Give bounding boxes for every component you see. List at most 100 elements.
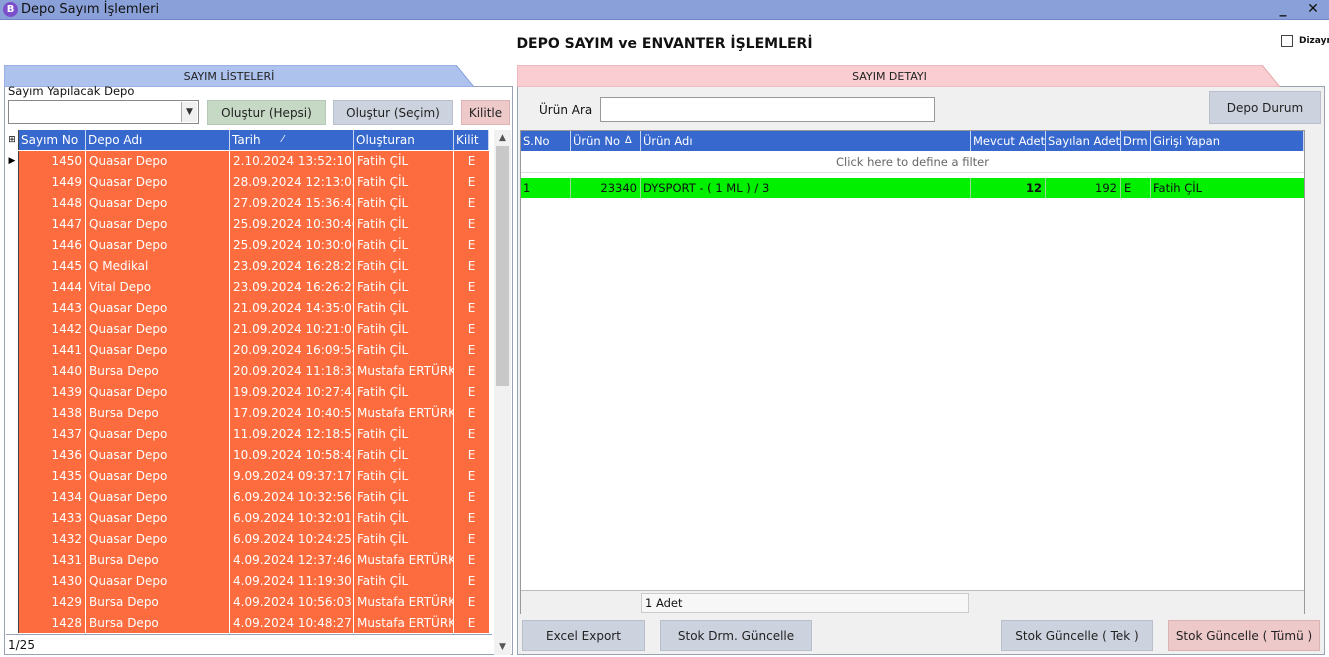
row-indicator[interactable]: [6, 361, 19, 382]
urun-ara-input[interactable]: [600, 97, 935, 122]
olustur-hepsi-button[interactable]: Oluştur (Hepsi): [207, 100, 326, 125]
cell-tarih: 17.09.2024 10:40:51: [230, 403, 354, 424]
row-indicator[interactable]: [6, 256, 19, 277]
table-row[interactable]: 1439 Quasar Depo 19.09.2024 10:27:41 Fatih …: [6, 382, 489, 403]
filter-row[interactable]: Click here to define a filter: [521, 151, 1304, 173]
select-all-icon[interactable]: ⊞: [6, 130, 19, 150]
row-indicator[interactable]: [6, 445, 19, 466]
col-header-girisi-yapan[interactable]: Girişi Yapan: [1151, 131, 1304, 151]
col-header-sayim-no[interactable]: Sayım No: [19, 130, 86, 150]
row-indicator[interactable]: [6, 424, 19, 445]
excel-export-button[interactable]: Excel Export: [522, 620, 645, 651]
vertical-scrollbar[interactable]: ▲ ▼: [494, 130, 511, 655]
row-indicator[interactable]: [6, 613, 19, 633]
chevron-down-icon[interactable]: ▼: [181, 102, 197, 122]
stok-drm-guncelle-button[interactable]: Stok Drm. Güncelle: [660, 620, 812, 651]
cell-drm: E: [1121, 178, 1151, 198]
cell-olusturan: Fatih ÇİL: [354, 214, 454, 235]
cell-sayim-no: 1445: [19, 256, 86, 277]
depo-durum-button[interactable]: Depo Durum: [1209, 91, 1321, 124]
table-row[interactable]: 1438 Bursa Depo 17.09.2024 10:40:51 Mustafa…: [6, 403, 489, 424]
col-header-depo-adi[interactable]: Depo Adı: [86, 130, 230, 150]
table-row[interactable]: 1431 Bursa Depo 4.09.2024 12:37:46 Mustafa …: [6, 550, 489, 571]
col-header-sayilan-adet[interactable]: Sayılan Adet: [1046, 131, 1121, 151]
depo-select[interactable]: ▼: [8, 100, 199, 124]
close-button[interactable]: ✕: [1300, 0, 1326, 20]
col-header-drm[interactable]: Drm: [1121, 131, 1151, 151]
cell-kilit: E: [454, 172, 489, 193]
cell-olusturan: Fatih ÇİL: [354, 466, 454, 487]
table-row[interactable]: 1437 Quasar Depo 11.09.2024 12:18:51 Fatih …: [6, 424, 489, 445]
table-row[interactable]: 1449 Quasar Depo 28.09.2024 12:13:05 Fatih …: [6, 172, 489, 193]
row-indicator[interactable]: [6, 298, 19, 319]
col-header-sno[interactable]: S.No: [521, 131, 571, 151]
table-row[interactable]: 1435 Quasar Depo 9.09.2024 09:37:17 Fatih Ç…: [6, 466, 489, 487]
stok-guncelle-tek-button[interactable]: Stok Güncelle ( Tek ): [1001, 620, 1153, 651]
sayim-detay-grid[interactable]: S.No Ürün No ∆ Ürün Adı Mevcut Adet Sayı…: [520, 130, 1305, 614]
col-header-olusturan[interactable]: Oluşturan: [354, 130, 454, 150]
table-row[interactable]: 1442 Quasar Depo 21.09.2024 10:21:03 Fatih …: [6, 319, 489, 340]
cell-sayim-no: 1432: [19, 529, 86, 550]
table-row[interactable]: 1441 Quasar Depo 20.09.2024 16:09:54 Fatih …: [6, 340, 489, 361]
cell-depo-adi: Bursa Depo: [86, 403, 230, 424]
row-indicator[interactable]: [6, 592, 19, 613]
col-header-mevcut-adet[interactable]: Mevcut Adet: [971, 131, 1046, 151]
cell-sayim-no: 1437: [19, 424, 86, 445]
app-logo-icon: B: [3, 2, 18, 17]
row-indicator[interactable]: [6, 193, 19, 214]
table-row[interactable]: 1428 Bursa Depo 4.09.2024 10:48:27 Mustafa …: [6, 613, 489, 633]
table-row[interactable]: 1429 Bursa Depo 4.09.2024 10:56:03 Mustafa …: [6, 592, 489, 613]
table-row[interactable]: 1434 Quasar Depo 6.09.2024 10:32:56 Fatih Ç…: [6, 487, 489, 508]
table-row[interactable]: 1 23340 DYSPORT - ( 1 ML ) / 3 12 192 E …: [521, 178, 1304, 198]
col-header-urun-no[interactable]: Ürün No ∆: [571, 131, 641, 151]
kilitle-button[interactable]: Kilitle: [461, 100, 510, 125]
row-indicator-icon[interactable]: ▶: [6, 151, 19, 172]
col-header-urun-adi[interactable]: Ürün Adı: [641, 131, 971, 151]
checkbox-box[interactable]: [1281, 35, 1293, 47]
olustur-secim-button[interactable]: Oluştur (Seçim): [333, 100, 453, 125]
cell-kilit: E: [454, 319, 489, 340]
row-indicator[interactable]: [6, 529, 19, 550]
scroll-down-icon[interactable]: ▼: [494, 639, 511, 655]
cell-tarih: 6.09.2024 10:32:56: [230, 487, 354, 508]
table-row[interactable]: 1430 Quasar Depo 4.09.2024 11:19:30 Fatih Ç…: [6, 571, 489, 592]
row-indicator[interactable]: [6, 277, 19, 298]
cell-depo-adi: Quasar Depo: [86, 529, 230, 550]
table-row[interactable]: 1448 Quasar Depo 27.09.2024 15:36:43 Fatih …: [6, 193, 489, 214]
row-indicator[interactable]: [6, 319, 19, 340]
tab-sayim-detayi[interactable]: SAYIM DETAYI: [517, 65, 1297, 87]
row-indicator[interactable]: [6, 172, 19, 193]
table-row[interactable]: 1444 Vital Depo 23.09.2024 16:26:22 Fatih Ç…: [6, 277, 489, 298]
table-row[interactable]: 1446 Quasar Depo 25.09.2024 10:30:06 Fatih …: [6, 235, 489, 256]
row-indicator[interactable]: [6, 382, 19, 403]
table-row[interactable]: 1433 Quasar Depo 6.09.2024 10:32:01 Fatih Ç…: [6, 508, 489, 529]
table-row[interactable]: 1440 Bursa Depo 20.09.2024 11:18:32 Mustafa…: [6, 361, 489, 382]
row-indicator[interactable]: [6, 466, 19, 487]
row-indicator[interactable]: [6, 487, 19, 508]
cell-sayim-no: 1444: [19, 277, 86, 298]
table-row[interactable]: 1436 Quasar Depo 10.09.2024 10:58:42 Fatih …: [6, 445, 489, 466]
table-row[interactable]: 1432 Quasar Depo 6.09.2024 10:24:25 Fatih Ç…: [6, 529, 489, 550]
row-indicator[interactable]: [6, 340, 19, 361]
table-row[interactable]: ▶ 1450 Quasar Depo 2.10.2024 13:52:10 Fatih …: [6, 151, 489, 172]
row-indicator[interactable]: [6, 571, 19, 592]
scrollbar-thumb[interactable]: [496, 146, 509, 386]
row-indicator[interactable]: [6, 550, 19, 571]
row-indicator[interactable]: [6, 508, 19, 529]
cell-depo-adi: Vital Depo: [86, 277, 230, 298]
col-header-kilit[interactable]: Kilit: [454, 130, 489, 150]
sayim-list-grid[interactable]: ⊞ Sayım No Depo Adı Tarih ⁄ Oluşturan Ki…: [6, 130, 489, 633]
row-indicator[interactable]: [6, 235, 19, 256]
table-row[interactable]: 1447 Quasar Depo 25.09.2024 10:30:46 Fatih …: [6, 214, 489, 235]
stok-guncelle-tumu-button[interactable]: Stok Güncelle ( Tümü ): [1168, 620, 1320, 651]
table-row[interactable]: 1445 Q Medikal 23.09.2024 16:28:22 Fatih Çİ…: [6, 256, 489, 277]
dizayn-checkbox[interactable]: Dizayn: [1281, 34, 1329, 48]
row-indicator[interactable]: [6, 214, 19, 235]
row-indicator[interactable]: [6, 403, 19, 424]
minimize-button[interactable]: _: [1270, 0, 1296, 20]
table-row[interactable]: 1443 Quasar Depo 21.09.2024 14:35:07 Fatih …: [6, 298, 489, 319]
cell-olusturan: Fatih ÇİL: [354, 193, 454, 214]
col-header-tarih[interactable]: Tarih ⁄: [230, 130, 354, 150]
scroll-up-icon[interactable]: ▲: [494, 130, 511, 146]
cell-olusturan: Fatih ÇİL: [354, 172, 454, 193]
